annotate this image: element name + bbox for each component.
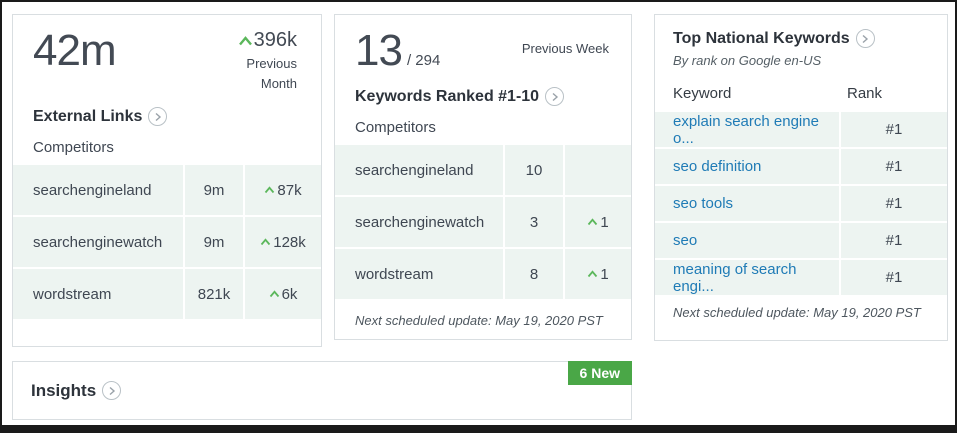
external-links-title: External Links — [33, 108, 142, 126]
competitors-label: Competitors — [335, 119, 631, 136]
period-label: Previous Week — [522, 41, 609, 56]
caret-up-icon — [260, 238, 271, 246]
keyword-rank: #1 — [841, 149, 947, 184]
competitors-table: searchengineland 10 searchenginewatch 3 … — [335, 145, 631, 299]
chevron-right-icon — [551, 92, 559, 102]
competitor-value: 8 — [505, 249, 563, 299]
competitor-change: 1 — [565, 197, 631, 247]
chevron-right-icon — [861, 34, 869, 44]
keyword-link[interactable]: explain search engine o... — [655, 112, 839, 147]
keywords-ranked-total: / 294 — [407, 52, 440, 69]
keywords-ranked-card: Previous Week 13 / 294 Keywords Ranked #… — [334, 14, 632, 340]
caret-up-icon — [587, 218, 598, 226]
keywords-table-headers: Keyword Rank — [655, 85, 947, 102]
keyword-link[interactable]: meaning of search engi... — [655, 260, 839, 295]
competitor-value: 10 — [505, 145, 563, 195]
circle-arrow-icon[interactable] — [148, 107, 167, 126]
competitor-name: wordstream — [13, 269, 183, 319]
new-insights-badge: 6 New — [568, 361, 632, 385]
competitor-name: searchengineland — [335, 145, 503, 195]
competitor-change-empty — [565, 145, 631, 195]
top-keywords-title: Top National Keywords — [673, 30, 850, 48]
competitor-value: 821k — [185, 269, 243, 319]
change-value: 396k — [254, 29, 297, 52]
chevron-right-icon — [154, 112, 162, 122]
keyword-link[interactable]: seo tools — [655, 186, 839, 221]
top-national-keywords-card: Top National Keywords By rank on Google … — [654, 14, 948, 341]
caret-up-icon — [269, 290, 280, 298]
competitor-value: 9m — [185, 217, 243, 267]
external-links-header: 42m 396k Previous Month — [13, 15, 321, 93]
change-amount: 1 — [600, 266, 608, 283]
competitor-change: 1 — [565, 249, 631, 299]
keywords-ranked-value-row: 13 / 294 — [355, 29, 440, 73]
keywords-ranked-title: Keywords Ranked #1-10 — [355, 88, 539, 106]
competitor-change: 6k — [245, 269, 321, 319]
keyword-rank: #1 — [841, 186, 947, 221]
window-bottom-edge — [2, 425, 955, 433]
update-note: Next scheduled update: May 19, 2020 PST — [335, 313, 631, 328]
caret-up-icon — [238, 36, 253, 46]
competitor-value: 9m — [185, 165, 243, 215]
external-links-card: 42m 396k Previous Month External Links C… — [12, 14, 322, 347]
change-amount: 87k — [277, 182, 301, 199]
competitor-value: 3 — [505, 197, 563, 247]
dashboard-window: 42m 396k Previous Month External Links C… — [0, 0, 957, 433]
top-keywords-subtitle: By rank on Google en-US — [673, 53, 947, 68]
circle-arrow-icon[interactable] — [856, 29, 875, 48]
rank-column-header: Rank — [839, 85, 947, 102]
competitor-name: wordstream — [335, 249, 503, 299]
competitors-table: searchengineland 9m 87k searchenginewatc… — [13, 165, 321, 319]
competitor-name: searchengineland — [13, 165, 183, 215]
change-amount: 1 — [600, 214, 608, 231]
keyword-column-header: Keyword — [655, 85, 839, 102]
competitor-name: searchenginewatch — [335, 197, 503, 247]
competitor-change: 128k — [245, 217, 321, 267]
keyword-rank: #1 — [841, 223, 947, 258]
chevron-right-icon — [108, 386, 116, 396]
circle-arrow-icon[interactable] — [102, 381, 121, 400]
competitor-name: searchenginewatch — [13, 217, 183, 267]
keyword-rank: #1 — [841, 112, 947, 147]
circle-arrow-icon[interactable] — [545, 87, 564, 106]
caret-up-icon — [264, 186, 275, 194]
competitors-label: Competitors — [13, 139, 321, 156]
keyword-link[interactable]: seo definition — [655, 149, 839, 184]
keyword-rank: #1 — [841, 260, 947, 295]
change-amount: 128k — [273, 234, 306, 251]
external-links-value: 42m — [33, 29, 116, 93]
keyword-link[interactable]: seo — [655, 223, 839, 258]
insights-card: 6 New Insights — [12, 361, 632, 420]
update-note: Next scheduled update: May 19, 2020 PST — [655, 305, 947, 320]
keywords-ranked-value: 13 — [355, 29, 402, 73]
caret-up-icon — [587, 270, 598, 278]
keywords-table: explain search engine o... #1 seo defini… — [655, 112, 947, 295]
change-indicator: 396k Previous Month — [231, 29, 297, 93]
change-period-label: Previous Month — [231, 54, 297, 93]
change-amount: 6k — [282, 286, 298, 303]
competitor-change: 87k — [245, 165, 321, 215]
insights-title: Insights — [31, 381, 96, 401]
